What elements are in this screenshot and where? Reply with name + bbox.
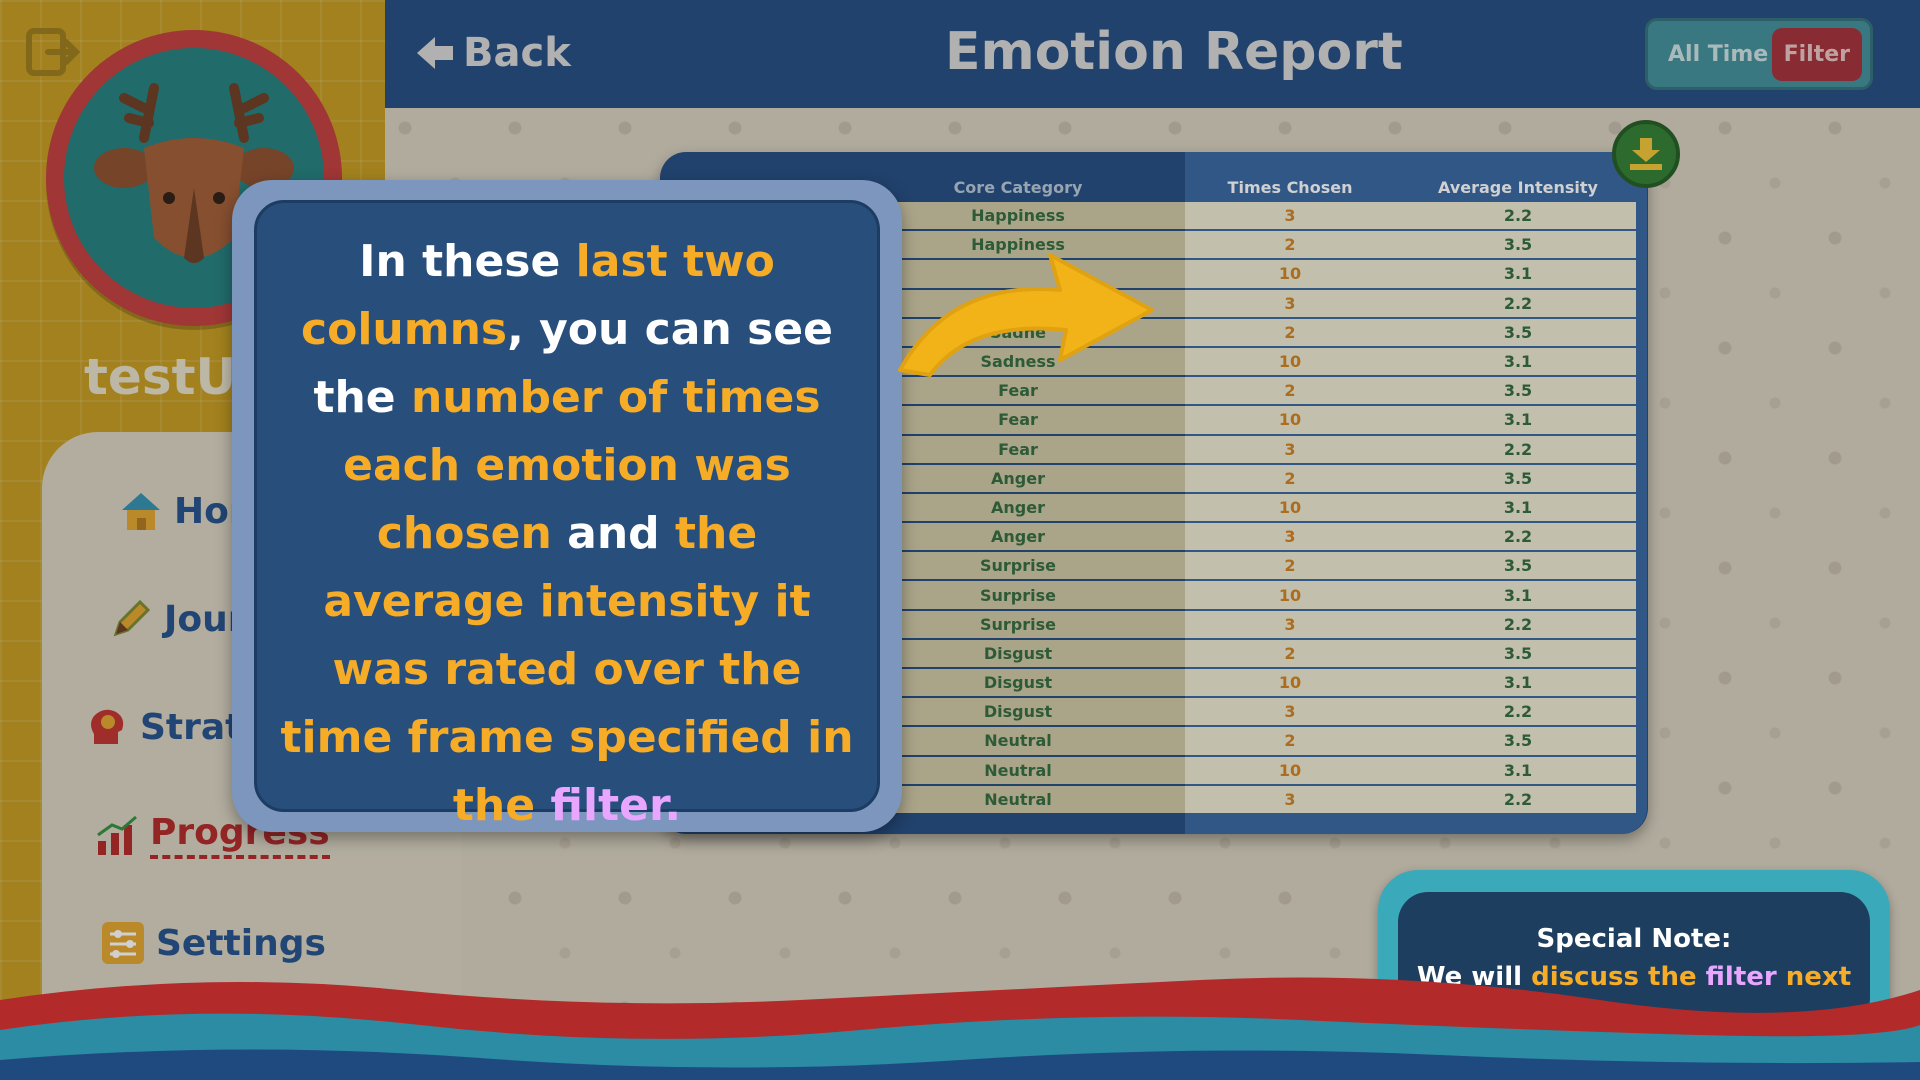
- cell-average-intensity: 3.5: [1503, 381, 1533, 401]
- cell-category: Fear: [998, 410, 1038, 430]
- cell-category: Neutral: [984, 760, 1052, 780]
- special-note-title: Special Note:: [1536, 924, 1732, 954]
- cell-average-intensity: 3.1: [1503, 352, 1533, 372]
- cell-average-intensity: 3.1: [1503, 497, 1533, 517]
- cell-times-chosen: 3: [1284, 614, 1296, 634]
- cell-times-chosen: 2: [1284, 643, 1296, 663]
- cell-category: Fear: [998, 381, 1038, 401]
- back-button[interactable]: Back: [415, 30, 571, 76]
- cell-average-intensity: 3.5: [1503, 235, 1533, 255]
- cell-times-chosen: 2: [1284, 556, 1296, 576]
- cell-category: Fear: [998, 439, 1038, 459]
- header-bar: Back Emotion Report All Time Filter: [385, 0, 1920, 108]
- back-arrow-icon: [417, 37, 453, 69]
- chart-icon: [97, 815, 137, 855]
- tutorial-callout-text: In these last two columns, you can see t…: [280, 236, 854, 831]
- filter-button[interactable]: Filter: [1771, 27, 1862, 81]
- sidebar-item-settings[interactable]: Settings: [100, 920, 326, 966]
- cell-average-intensity: 2.2: [1503, 702, 1533, 722]
- cell-average-intensity: 2.2: [1503, 527, 1533, 547]
- cell-average-intensity: 3.5: [1503, 731, 1533, 751]
- page-title: Emotion Report: [945, 22, 1403, 82]
- cell-category: Anger: [991, 468, 1045, 488]
- cell-average-intensity: 3.1: [1503, 673, 1533, 693]
- cell-average-intensity: 2.2: [1503, 789, 1533, 809]
- cell-category: Neutral: [984, 789, 1052, 809]
- download-button[interactable]: [1612, 120, 1680, 188]
- cell-times-chosen: 10: [1278, 585, 1302, 605]
- cell-average-intensity: 3.5: [1503, 322, 1533, 342]
- time-range-label[interactable]: All Time: [1668, 42, 1772, 67]
- bottom-waves: [0, 977, 1920, 1080]
- cell-times-chosen: 3: [1284, 439, 1296, 459]
- logout-icon[interactable]: [26, 28, 80, 76]
- cell-times-chosen: 2: [1284, 468, 1296, 488]
- cell-category: Surprise: [979, 556, 1056, 576]
- cell-average-intensity: 3.5: [1503, 468, 1533, 488]
- cell-times-chosen: 3: [1284, 293, 1296, 313]
- cell-average-intensity: 2.2: [1503, 293, 1533, 313]
- cell-category: Neutral: [984, 731, 1052, 751]
- home-icon: [122, 493, 160, 530]
- cell-category: Disgust: [983, 702, 1053, 722]
- download-icon: [1630, 138, 1662, 170]
- sidebar-item-label: Settings: [156, 922, 326, 964]
- cell-times-chosen: 2: [1284, 731, 1296, 751]
- cell-times-chosen: 10: [1278, 410, 1302, 430]
- cell-category: Surprise: [979, 614, 1056, 634]
- cell-times-chosen: 10: [1278, 264, 1302, 284]
- cell-average-intensity: 2.2: [1503, 614, 1533, 634]
- cell-times-chosen: 3: [1284, 206, 1296, 226]
- back-label: Back: [463, 30, 571, 76]
- cell-average-intensity: 3.1: [1503, 585, 1533, 605]
- cell-times-chosen: 2: [1284, 322, 1296, 342]
- cell-average-intensity: 3.1: [1503, 410, 1533, 430]
- cell-average-intensity: 3.1: [1503, 760, 1533, 780]
- cell-times-chosen: 3: [1284, 702, 1296, 722]
- cell-average-intensity: 3.1: [1503, 264, 1533, 284]
- cell-times-chosen: 10: [1278, 352, 1302, 372]
- head-icon: [91, 709, 124, 744]
- cell-average-intensity: 3.5: [1503, 556, 1533, 576]
- cell-category: Anger: [991, 497, 1045, 517]
- cell-category: Disgust: [983, 673, 1053, 693]
- cell-category: Disgust: [983, 643, 1053, 663]
- cell-times-chosen: 3: [1284, 789, 1296, 809]
- sidebar-item-journal[interactable]: Jour: [108, 596, 246, 642]
- cell-times-chosen: 10: [1278, 760, 1302, 780]
- filter-group: All Time Filter: [1645, 18, 1873, 90]
- cell-average-intensity: 3.5: [1503, 643, 1533, 663]
- cell-category: Surprise: [979, 585, 1056, 605]
- cell-times-chosen: 10: [1278, 497, 1302, 517]
- column-header-times: Times Chosen: [1227, 178, 1353, 197]
- cell-average-intensity: 2.2: [1503, 206, 1533, 226]
- cell-category: Anger: [991, 527, 1045, 547]
- column-header-category: Core Category: [953, 178, 1083, 197]
- sliders-icon: [102, 922, 144, 964]
- column-header-average: Average Intensity: [1438, 178, 1598, 197]
- cell-times-chosen: 10: [1278, 673, 1302, 693]
- cell-times-chosen: 2: [1284, 381, 1296, 401]
- cell-average-intensity: 2.2: [1503, 439, 1533, 459]
- pointer-arrow-icon: [898, 253, 1154, 377]
- cell-times-chosen: 2: [1284, 235, 1296, 255]
- pencil-icon: [113, 599, 151, 637]
- cell-times-chosen: 3: [1284, 527, 1296, 547]
